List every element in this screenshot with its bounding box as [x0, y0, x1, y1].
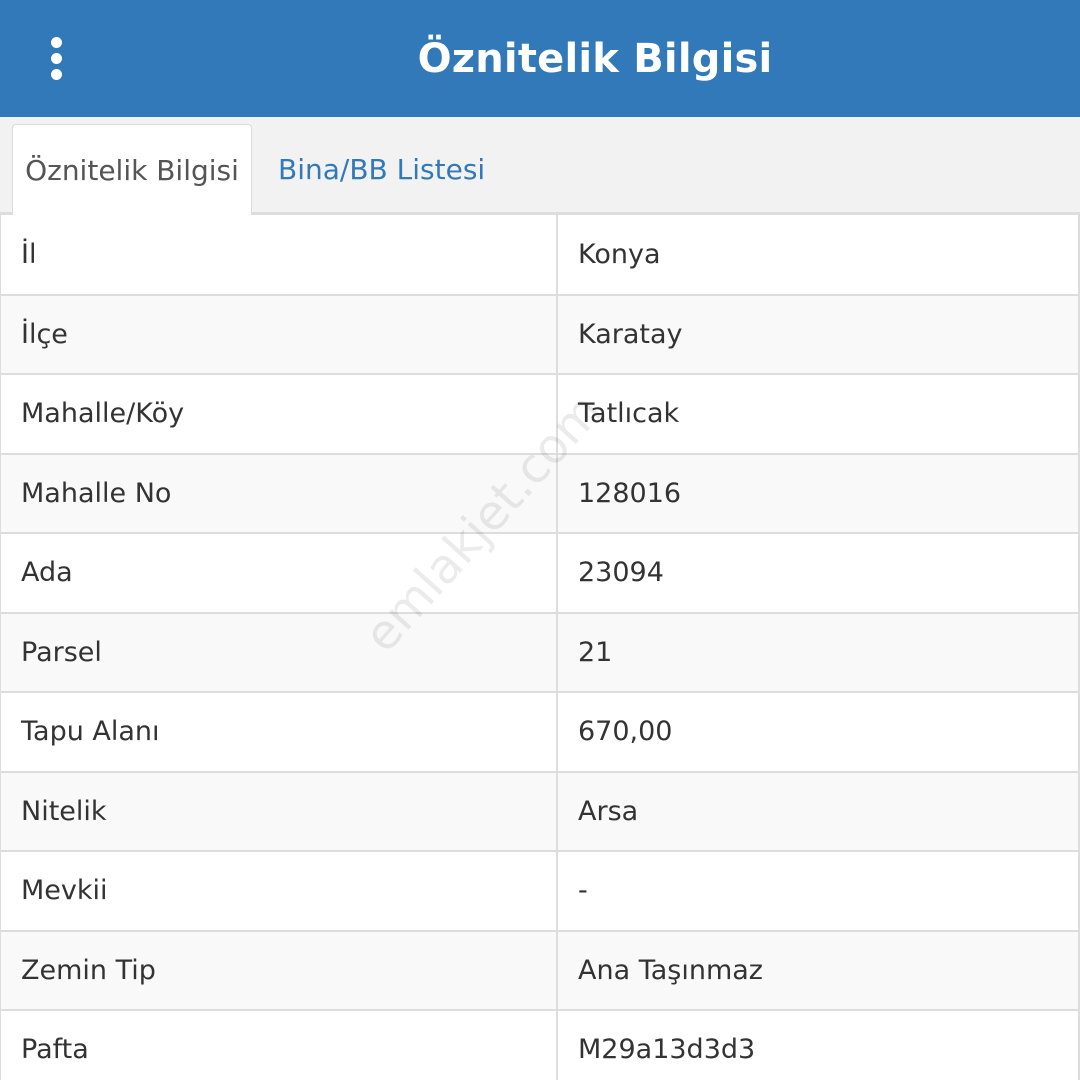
top-app-bar: Öznitelik Bilgisi [0, 0, 1080, 117]
table-row: Mevkii - [0, 850, 1080, 932]
attribute-label: İl [0, 215, 558, 296]
menu-dot [50, 36, 62, 48]
table-row: Zemin Tip Ana Taşınmaz [0, 929, 1080, 1011]
table-row: Tapu Alanı 670,00 [0, 691, 1080, 773]
attribute-label: İlçe [0, 293, 558, 375]
table-row: İlçe Karatay [0, 293, 1080, 375]
attribute-label: Mahalle No [0, 452, 558, 534]
attribute-value: Ana Taşınmaz [556, 929, 1080, 1011]
table-row: Nitelik Arsa [0, 770, 1080, 852]
attribute-value: 21 [556, 611, 1080, 693]
table-row: İl Konya [0, 215, 1080, 296]
attribute-label: Tapu Alanı [0, 691, 558, 773]
table-row: Parsel 21 [0, 611, 1080, 693]
attribute-label: Zemin Tip [0, 929, 558, 1011]
tab-oznitelik-bilgisi[interactable]: Öznitelik Bilgisi [12, 124, 252, 215]
attribute-value: 23094 [556, 532, 1080, 614]
attribute-label: Mahalle/Köy [0, 373, 558, 455]
attribute-value: Karatay [556, 293, 1080, 375]
attribute-label: Mevkii [0, 850, 558, 932]
attribute-value: 670,00 [556, 691, 1080, 773]
page-title: Öznitelik Bilgisi [417, 35, 773, 82]
attribute-value: Arsa [556, 770, 1080, 852]
attribute-value: 128016 [556, 452, 1080, 534]
app-window: Öznitelik Bilgisi Öznitelik Bilgisi Bina… [0, 0, 1080, 1080]
table-row: Mahalle No 128016 [0, 452, 1080, 534]
table-row: Ada 23094 [0, 532, 1080, 614]
table-row: Mahalle/Köy Tatlıcak [0, 373, 1080, 455]
attribute-label: Pafta [0, 1009, 558, 1080]
tab-bina-bb-listesi[interactable]: Bina/BB Listesi [278, 124, 485, 215]
attribute-value: M29a13d3d3 [556, 1009, 1080, 1080]
attribute-value: - [556, 850, 1080, 932]
menu-dot [50, 52, 62, 64]
attribute-table: İl Konya İlçe Karatay Mahalle/Köy Tatlıc… [0, 215, 1080, 1080]
attribute-label: Ada [0, 532, 558, 614]
table-row: Pafta M29a13d3d3 [0, 1009, 1080, 1080]
attribute-label: Nitelik [0, 770, 558, 852]
tab-bar: Öznitelik Bilgisi Bina/BB Listesi [0, 117, 1080, 215]
more-vertical-icon[interactable] [32, 30, 80, 86]
attribute-label: Parsel [0, 611, 558, 693]
attribute-value: Konya [556, 215, 1080, 296]
menu-dot [50, 68, 62, 80]
attribute-value: Tatlıcak [556, 373, 1080, 455]
